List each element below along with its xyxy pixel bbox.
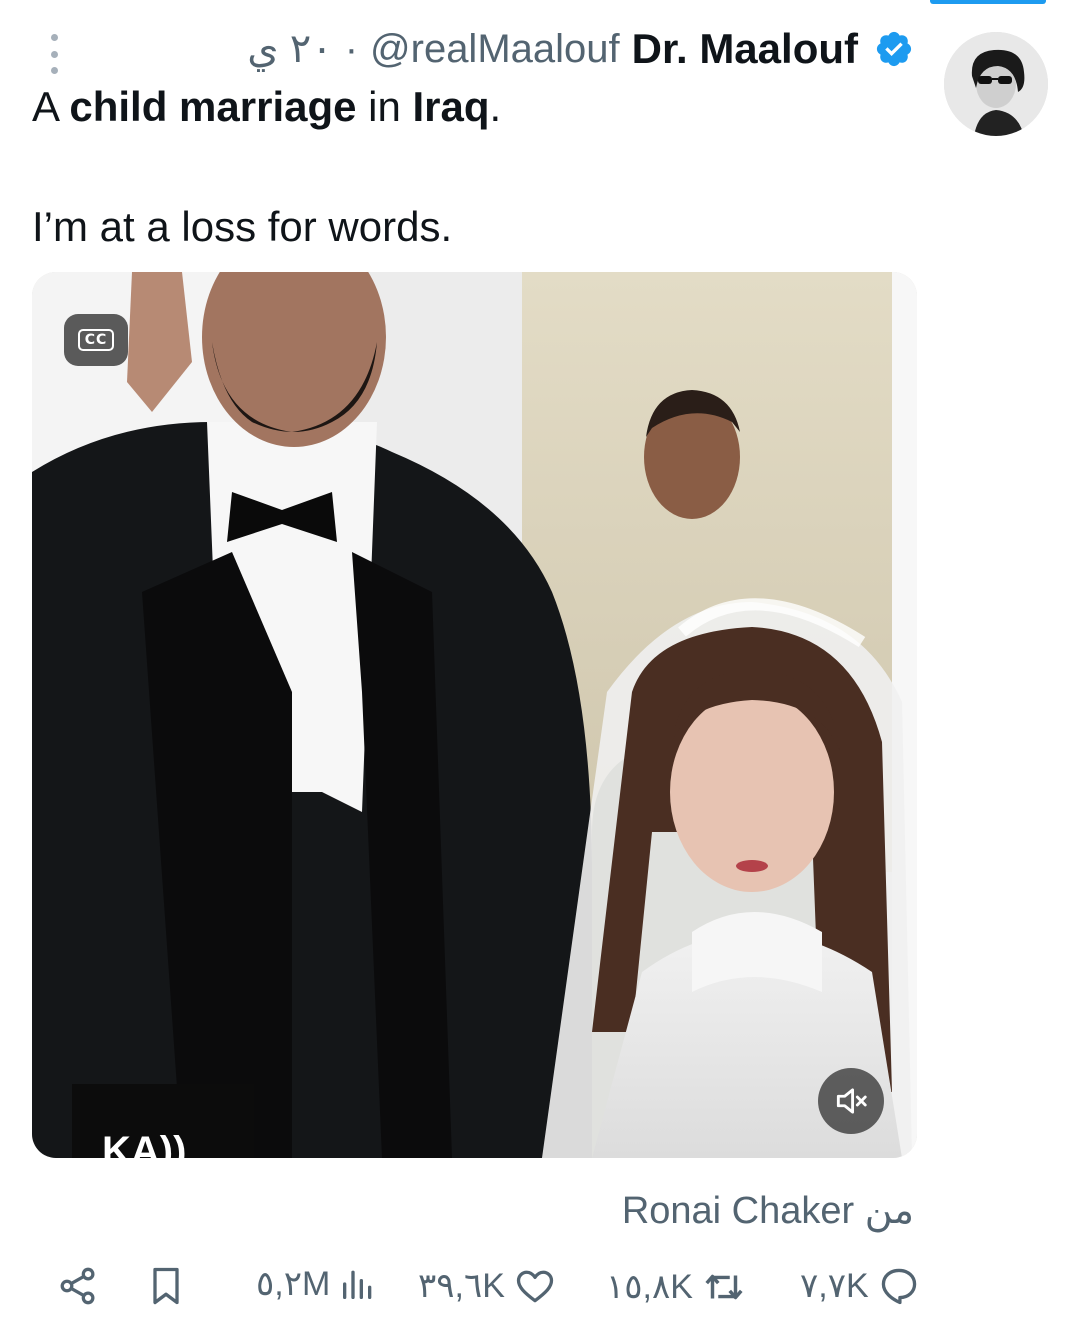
tweet-time[interactable]: ٢٠ ي [247,26,332,72]
video-attribution[interactable]: Ronai Chaker من [622,1188,914,1233]
views-icon [343,1270,372,1299]
views-button[interactable]: ٥,٢M [256,1264,378,1304]
cc-icon: CC [77,329,115,351]
tweet-text: A child marriage in Iraq. I’m at a loss … [32,80,912,254]
attribution-prefix: من [864,1190,914,1232]
tweet-bold-phrase: child marriage [69,83,357,130]
bookmark-button[interactable] [144,1264,188,1308]
captions-button[interactable]: CC [64,314,128,366]
header-separator: · [344,26,359,71]
tweet-text-line-2: I’m at a loss for words. [32,203,453,250]
mute-button[interactable] [818,1068,884,1134]
tweet-text-line-1: A child marriage in Iraq. [32,83,502,130]
video-watermark: KA)) [102,1129,186,1158]
verified-badge-icon [876,31,912,67]
share-icon [60,1267,95,1305]
top-accent-bar [930,0,1046,4]
like-button[interactable]: ٣٩,٦K [418,1264,557,1308]
video-player[interactable]: KA)) CC [32,272,917,1158]
more-options-icon[interactable] [44,34,64,74]
author-handle[interactable]: @realMaalouf [370,27,620,72]
share-button[interactable] [56,1264,100,1308]
author-display-name[interactable]: Dr. Maalouf [632,25,858,73]
like-icon [516,1270,554,1303]
action-bar: ٥,٢M ٣٩,٦K ١٥,٨K ٧,٧K [0,1252,1080,1322]
mute-icon [836,1088,867,1114]
replies-count: ٧,٧K [800,1267,869,1305]
retweet-button[interactable]: ١٥,٨K [606,1264,747,1310]
tweet-header: ٢٠ ي · @realMaalouf Dr. Maalouf [247,22,914,76]
attribution-source[interactable]: Ronai Chaker [622,1190,854,1232]
reply-icon [881,1268,916,1305]
bookmark-icon [153,1267,179,1305]
views-count: ٥,٢M [256,1265,331,1303]
retweet-icon [705,1274,743,1300]
retweets-count: ١٥,٨K [606,1268,693,1306]
likes-count: ٣٩,٦K [418,1267,505,1305]
reply-button[interactable]: ٧,٧K [800,1264,921,1308]
video-frame: KA)) [32,272,917,1158]
author-avatar[interactable] [944,32,1048,136]
tweet-bold-place: Iraq [412,83,490,130]
